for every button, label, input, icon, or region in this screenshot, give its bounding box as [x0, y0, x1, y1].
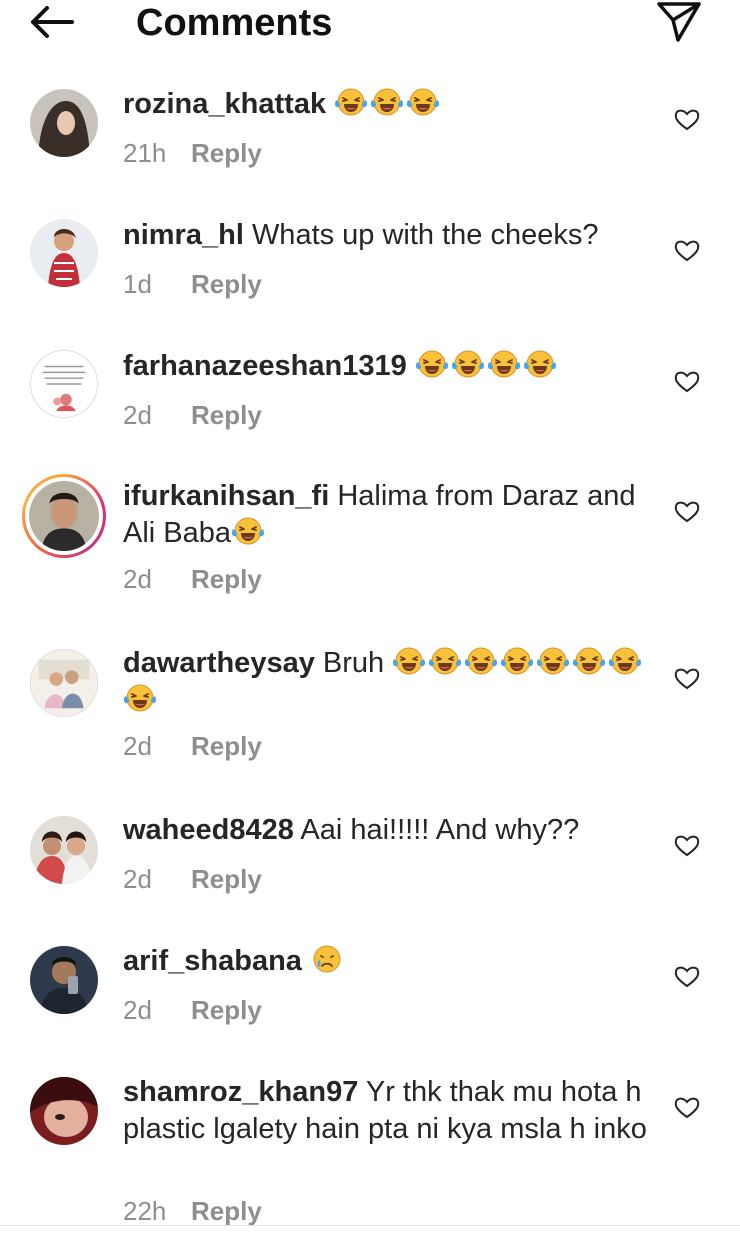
page-title: Comments [136, 2, 333, 44]
comment-username[interactable]: dawartheysay [123, 647, 315, 679]
comment-meta: 2d Reply [123, 864, 262, 895]
heart-icon[interactable] [674, 667, 700, 691]
comment-username[interactable]: rozina_khattak [123, 88, 326, 120]
comment-body: Aai hai!!!!! And why?? [300, 814, 580, 846]
reply-button[interactable]: Reply [191, 995, 262, 1026]
heart-icon[interactable] [674, 965, 700, 989]
comment-text: farhanazeeshan1319 [123, 348, 653, 385]
comment-time: 2d [123, 731, 152, 761]
laughing-emoji [334, 88, 368, 116]
avatar[interactable] [30, 649, 98, 717]
comment-text: ifurkanihsan_fi Halima from Daraz and Al… [123, 478, 653, 552]
comment-text: dawartheysay Bruh [123, 645, 653, 719]
crying-face-emoji [310, 945, 344, 973]
laughing-emoji [608, 647, 642, 675]
laughing-emoji [406, 88, 440, 116]
avatar[interactable] [30, 1077, 98, 1145]
comment-username[interactable]: shamroz_khan97 [123, 1076, 358, 1108]
heart-icon[interactable] [674, 500, 700, 524]
comment-meta: 2d Reply [123, 995, 262, 1026]
heart-icon[interactable] [674, 1096, 700, 1120]
reply-button[interactable]: Reply [191, 138, 262, 169]
comment-text: arif_shabana [123, 943, 653, 980]
comment-username[interactable]: waheed8428 [123, 814, 294, 846]
laughing-emoji [464, 647, 498, 675]
comment-text: waheed8428 Aai hai!!!!! And why?? [123, 812, 653, 849]
laughing-emoji [428, 647, 462, 675]
arrow-left-icon [31, 6, 74, 38]
comment-time: 2d [123, 864, 152, 894]
emoji-row [415, 350, 559, 382]
story-avatar[interactable] [22, 474, 106, 558]
comment-body: Bruh [322, 647, 385, 679]
comment-time: 1d [123, 269, 152, 299]
emoji-row [334, 88, 442, 120]
reply-button[interactable]: Reply [191, 864, 262, 895]
avatar[interactable] [30, 350, 98, 418]
comment-meta: 22h Reply [123, 1196, 262, 1227]
avatar[interactable] [30, 946, 98, 1014]
reply-button[interactable]: Reply [191, 564, 262, 595]
laughing-emoji [231, 517, 265, 545]
laughing-emoji [536, 647, 570, 675]
reply-button[interactable]: Reply [191, 400, 262, 431]
comment-meta: 2d Reply [123, 564, 262, 595]
comment-username[interactable]: farhanazeeshan1319 [123, 350, 407, 382]
comment-time: 2d [123, 995, 152, 1025]
comment-time: 22h [123, 1196, 167, 1226]
laughing-emoji [451, 350, 485, 378]
comment-time: 2d [123, 400, 152, 430]
comment-username[interactable]: ifurkanihsan_fi [123, 480, 329, 512]
share-button[interactable] [656, 0, 702, 44]
heart-icon[interactable] [674, 239, 700, 263]
laughing-emoji [392, 647, 426, 675]
avatar[interactable] [30, 816, 98, 884]
reply-button[interactable]: Reply [191, 1196, 262, 1227]
back-button[interactable] [28, 2, 78, 42]
heart-icon[interactable] [674, 834, 700, 858]
laughing-emoji [415, 350, 449, 378]
comment-text: shamroz_khan97 Yr thk thak mu hota h pla… [123, 1074, 653, 1148]
emoji-row [231, 517, 267, 549]
comment-meta: 1d Reply [123, 269, 262, 300]
heart-icon[interactable] [674, 370, 700, 394]
comment-meta: 2d Reply [123, 731, 262, 762]
laughing-emoji [500, 647, 534, 675]
comment-meta: 21h Reply [123, 138, 262, 169]
laughing-emoji [370, 88, 404, 116]
reply-button[interactable]: Reply [191, 731, 262, 762]
heart-icon[interactable] [674, 108, 700, 132]
comment-username[interactable]: arif_shabana [123, 945, 302, 977]
comment-text: nimra_hl Whats up with the cheeks? [123, 217, 653, 254]
avatar[interactable] [30, 89, 98, 157]
comment-body: Whats up with the cheeks? [251, 219, 599, 251]
laughing-emoji [487, 350, 521, 378]
comment-username[interactable]: nimra_hl [123, 219, 244, 251]
comment-meta: 2d Reply [123, 400, 262, 431]
reply-button[interactable]: Reply [191, 269, 262, 300]
comment-time: 2d [123, 564, 152, 594]
comment-text: rozina_khattak [123, 86, 653, 123]
comments-header: Comments [0, 0, 740, 50]
paper-plane-icon [657, 2, 701, 42]
laughing-emoji [123, 684, 157, 712]
avatar[interactable] [30, 219, 98, 287]
laughing-emoji [523, 350, 557, 378]
comment-time: 21h [123, 138, 167, 168]
laughing-emoji [572, 647, 606, 675]
divider [0, 1225, 740, 1226]
